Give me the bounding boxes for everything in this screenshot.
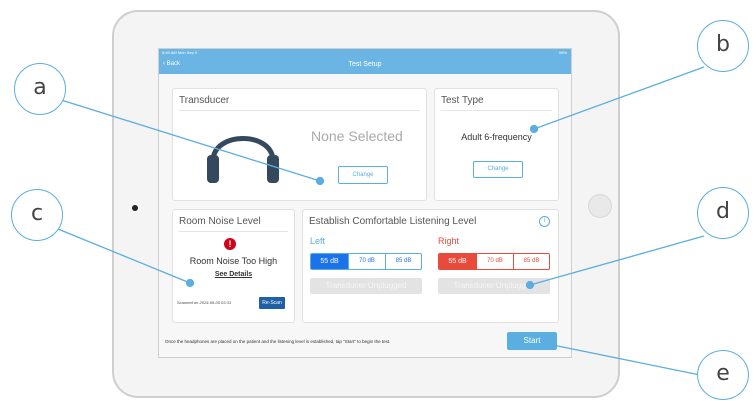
headphones-icon [207,136,279,183]
app-screen: 8:49 AM Mon Sep 9 96% ‹ Back Test Setup … [158,48,572,358]
status-bar: 8:49 AM Mon Sep 9 96% [159,49,571,57]
camera-icon [132,205,138,211]
room-noise-status: Room Noise Too High [189,256,278,266]
page-title: Test Setup [348,61,382,68]
status-time: 8:49 AM Mon Sep 9 [162,50,198,55]
left-level-70[interactable]: 70 dB [348,254,385,269]
home-button[interactable] [588,194,612,218]
listening-level-card: Establish Comfortable Listening Level i … [302,209,559,323]
transducer-title: Transducer [179,95,230,106]
divider [179,110,420,111]
transducer-selection: None Selected [311,128,403,144]
see-details-link[interactable]: See Details [173,271,294,278]
warning-icon: ! [224,238,236,250]
callout-d: d [697,187,749,239]
test-type-change-button[interactable]: Change [473,161,523,178]
battery-indicator: 96% [558,50,567,55]
divider [179,231,288,232]
room-noise-title: Room Noise Level [179,216,261,227]
info-icon[interactable]: i [539,216,550,227]
test-type-title: Test Type [441,95,484,106]
right-level-55[interactable]: 55 dB [439,254,476,269]
callout-e: e [697,350,749,400]
callout-c: c [11,189,63,241]
test-type-card: Test Type Adult 6-frequency Change [434,88,559,201]
callout-a: a [14,63,66,115]
left-ear-label: Left [310,236,326,246]
left-level-selector: 55 dB 70 dB 85 dB [310,253,422,270]
instructions-text: Once the headphones are placed on the pa… [165,339,391,344]
callout-b: b [697,20,749,72]
listening-level-title: Establish Comfortable Listening Level [309,216,477,227]
left-level-55[interactable]: 55 dB [311,254,348,269]
scan-timestamp: Scanned on 2019-09-05 03:33 [177,300,232,305]
test-type-value: Adult 6-frequency [461,132,532,142]
transducer-change-button[interactable]: Change [338,166,388,184]
start-button[interactable]: Start [507,332,557,350]
left-transducer-status: Transducer Unplugged [310,278,422,294]
navigation-bar: ‹ Back Test Setup [159,57,571,74]
divider [441,110,552,111]
rescan-button[interactable]: Re-Scan [259,297,285,309]
room-noise-card: Room Noise Level ! Room Noise Too High S… [172,209,295,323]
right-level-selector: 55 dB 70 dB 85 dB [438,253,550,270]
transducer-card: Transducer None Selected Change [172,88,427,201]
right-transducer-status: Transducer Unplugged [438,278,550,294]
right-level-70[interactable]: 70 dB [476,254,513,269]
left-level-85[interactable]: 85 dB [385,254,421,269]
right-level-85[interactable]: 85 dB [513,254,549,269]
right-ear-label: Right [438,236,460,246]
